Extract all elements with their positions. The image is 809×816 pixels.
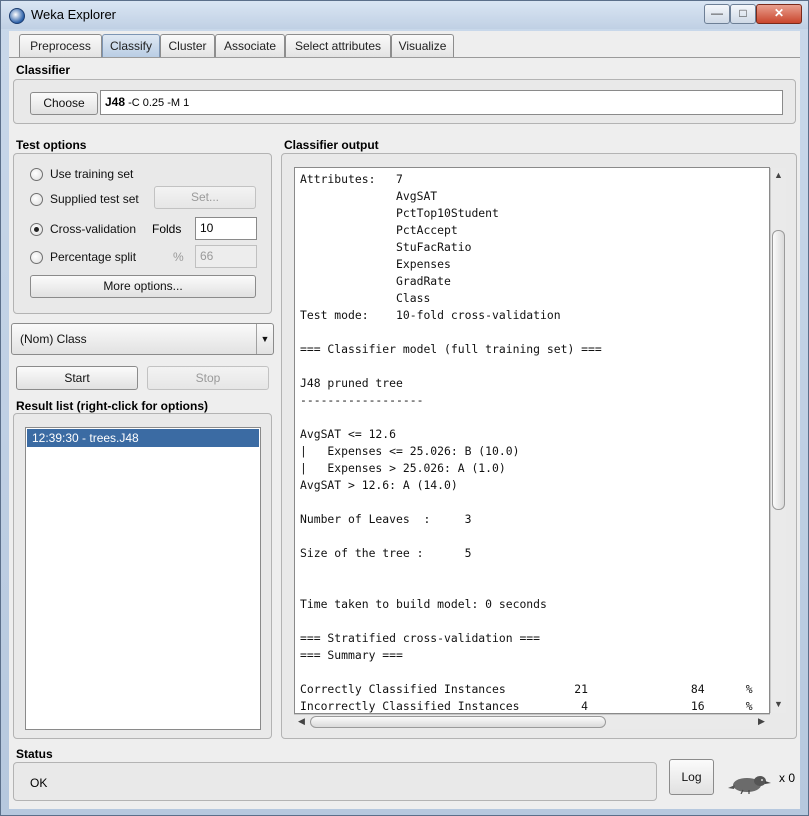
tab-cluster[interactable]: Cluster <box>160 34 215 57</box>
start-button[interactable]: Start <box>16 366 138 390</box>
tab-classify[interactable]: Classify <box>102 34 160 57</box>
result-list-title: Result list (right-click for options) <box>16 399 209 413</box>
title-bar: Weka Explorer — □ ✕ <box>1 1 808 29</box>
classifier-config-field[interactable]: J48 -C 0.25 -M 1 <box>100 90 783 115</box>
output-horizontal-scrollbar[interactable]: ◀ ▶ <box>294 714 770 729</box>
scroll-right-arrow-icon[interactable]: ▶ <box>756 716 767 727</box>
result-list[interactable]: 12:39:30 - trees.J48 <box>25 427 261 730</box>
radio-label: Cross-validation <box>50 222 137 236</box>
weka-app-icon <box>9 8 25 24</box>
stop-button[interactable]: Stop <box>147 366 269 390</box>
window-title: Weka Explorer <box>31 7 117 22</box>
percent-label: % <box>173 250 184 264</box>
minimize-button[interactable]: — <box>704 4 730 24</box>
vertical-scroll-thumb[interactable] <box>772 230 785 510</box>
classifier-panel: Choose J48 -C 0.25 -M 1 <box>13 79 796 124</box>
maximize-button[interactable]: □ <box>730 4 756 24</box>
classifier-name: J48 <box>105 95 126 109</box>
weka-explorer-window: Weka Explorer — □ ✕ Preprocess Classify … <box>0 0 809 816</box>
choose-classifier-button[interactable]: Choose <box>30 92 98 115</box>
weka-bird-icon[interactable] <box>727 772 771 794</box>
horizontal-scroll-thumb[interactable] <box>310 716 606 728</box>
chevron-down-icon[interactable]: ▼ <box>256 324 273 354</box>
tab-visualize[interactable]: Visualize <box>391 34 454 57</box>
status-panel: OK <box>13 762 657 801</box>
radio-button[interactable] <box>30 193 43 206</box>
radio-button[interactable] <box>30 168 43 181</box>
tab-divider <box>9 57 800 58</box>
tab-preprocess[interactable]: Preprocess <box>19 34 102 57</box>
radio-button[interactable] <box>30 251 43 264</box>
folds-label: Folds <box>152 222 182 236</box>
tab-select-attributes[interactable]: Select attributes <box>285 34 391 57</box>
classifier-output-text-area[interactable]: Attributes: 7 AvgSAT PctTop10Student Pct… <box>294 167 770 714</box>
log-button[interactable]: Log <box>669 759 714 795</box>
classifier-section-title: Classifier <box>16 63 71 77</box>
status-section-title: Status <box>16 747 53 761</box>
classifier-output-text: Attributes: 7 AvgSAT PctTop10Student Pct… <box>300 172 753 713</box>
scroll-up-arrow-icon[interactable]: ▲ <box>773 170 784 180</box>
test-options-panel: Use training set Supplied test set Set..… <box>13 153 272 314</box>
task-count: x 0 <box>779 771 796 785</box>
split-percentage-input[interactable]: 66 <box>195 245 257 268</box>
classifier-options: -C 0.25 -M 1 <box>125 97 190 109</box>
explorer-content: Preprocess Classify Cluster Associate Se… <box>9 31 800 809</box>
scroll-left-arrow-icon[interactable]: ◀ <box>296 716 307 727</box>
test-options-title: Test options <box>16 138 87 152</box>
class-select-value: (Nom) Class <box>20 332 87 346</box>
radio-label: Percentage split <box>50 250 137 264</box>
set-test-set-button[interactable]: Set... <box>154 186 256 209</box>
output-vertical-scrollbar[interactable]: ▲ ▼ <box>770 168 786 713</box>
status-text: OK <box>30 776 48 790</box>
folds-input[interactable]: 10 <box>195 217 257 240</box>
list-item[interactable]: 12:39:30 - trees.J48 <box>27 429 259 447</box>
classifier-output-title: Classifier output <box>284 138 379 152</box>
radio-label: Use training set <box>50 167 134 181</box>
close-button[interactable]: ✕ <box>756 4 802 24</box>
radio-button[interactable] <box>30 223 43 236</box>
scroll-down-arrow-icon[interactable]: ▼ <box>773 699 784 709</box>
tab-associate[interactable]: Associate <box>215 34 285 57</box>
more-options-button[interactable]: More options... <box>30 275 256 298</box>
radio-label: Supplied test set <box>50 192 139 206</box>
class-attribute-select[interactable]: (Nom) Class ▼ <box>11 323 274 355</box>
